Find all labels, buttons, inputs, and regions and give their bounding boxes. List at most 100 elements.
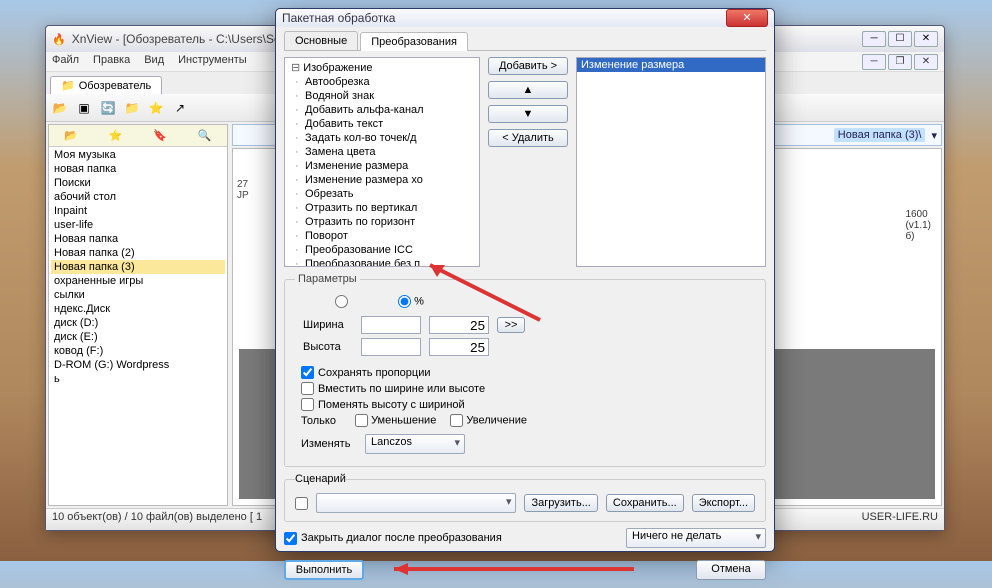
folder-item[interactable]: D-ROM (G:) Wordpress: [51, 358, 225, 372]
folder-item[interactable]: Новая папка (3): [51, 260, 225, 274]
tree-node[interactable]: Добавить альфа-канал: [287, 103, 475, 117]
tab-transforms[interactable]: Преобразования: [360, 32, 468, 51]
tree-node[interactable]: Задать кол-во точек/д: [287, 131, 475, 145]
folder-item[interactable]: диск (E:): [51, 330, 225, 344]
only-decrease-checkbox[interactable]: Уменьшение: [355, 414, 436, 427]
tree-node[interactable]: Изображение: [287, 60, 475, 75]
tool-refresh-icon[interactable]: 🔄: [98, 98, 118, 118]
tree-node[interactable]: Преобразование без п: [287, 257, 475, 267]
height-label: Высота: [303, 341, 353, 353]
mdi-minimize[interactable]: ─: [862, 54, 886, 70]
menu-edit[interactable]: Правка: [93, 54, 130, 69]
folder-item[interactable]: ковод (F:): [51, 344, 225, 358]
menu-file[interactable]: Файл: [52, 54, 79, 69]
width-label: Ширина: [303, 319, 353, 331]
selected-op[interactable]: Изменение размера: [577, 58, 765, 72]
folder-panel: 📂 ⭐ 🔖 🔍 Моя музыкановая папкаПоискиабочи…: [48, 124, 228, 506]
close-after-checkbox[interactable]: Закрыть диалог после преобразования: [284, 532, 502, 545]
add-button[interactable]: Добавить >: [488, 57, 568, 75]
scenario-export-button[interactable]: Экспорт...: [692, 494, 755, 512]
tab-basic[interactable]: Основные: [284, 31, 358, 50]
tool-folder-icon[interactable]: 📂: [50, 98, 70, 118]
minimize-button[interactable]: ─: [862, 31, 886, 47]
tool-fit-icon[interactable]: ▣: [74, 98, 94, 118]
move-down-button[interactable]: ▼: [488, 105, 568, 123]
status-left: 10 объект(ов) / 10 файл(ов) выделено [ 1: [52, 511, 262, 528]
radio-pixels[interactable]: [335, 295, 348, 308]
mdi-restore[interactable]: ❐: [888, 54, 912, 70]
fav-folders-icon[interactable]: 📂: [64, 129, 78, 142]
transform-tree[interactable]: ИзображениеАвтообрезкаВодяной знакДобави…: [284, 57, 480, 267]
radio-percent[interactable]: %: [398, 295, 424, 308]
dialog-titlebar: Пакетная обработка ✕: [276, 9, 774, 27]
tree-node[interactable]: Поворот: [287, 229, 475, 243]
move-up-button[interactable]: ▲: [488, 81, 568, 99]
tree-node[interactable]: Замена цвета: [287, 145, 475, 159]
fav-search-icon[interactable]: 🔍: [198, 129, 212, 142]
only-increase-checkbox[interactable]: Увеличение: [450, 414, 527, 427]
tree-node[interactable]: Изменение размера: [287, 159, 475, 173]
keep-ratio-checkbox[interactable]: Сохранять пропорции: [301, 366, 755, 379]
mdi-close[interactable]: ✕: [914, 54, 938, 70]
folder-item[interactable]: Новая папка (2): [51, 246, 225, 260]
fit-checkbox[interactable]: Вместить по ширине или высоте: [301, 382, 755, 395]
tree-node[interactable]: Автообрезка: [287, 75, 475, 89]
folder-item[interactable]: Поиски: [51, 176, 225, 190]
folder-item[interactable]: охраненные игры: [51, 274, 225, 288]
tree-node[interactable]: Обрезать: [287, 187, 475, 201]
tree-node[interactable]: Изменение размера хо: [287, 173, 475, 187]
folder-item[interactable]: Моя музыка: [51, 148, 225, 162]
tree-node[interactable]: Отразить по горизонт: [287, 215, 475, 229]
fav-tag-icon[interactable]: 🔖: [153, 129, 167, 142]
width-pct-input[interactable]: [429, 316, 489, 334]
tree-node[interactable]: Преобразование ICC: [287, 243, 475, 257]
tool-export-icon[interactable]: ↗: [170, 98, 190, 118]
tree-node[interactable]: Добавить текст: [287, 117, 475, 131]
resample-label: Изменять: [301, 438, 361, 450]
dialog-close-button[interactable]: ✕: [726, 9, 768, 27]
folder-item[interactable]: user-life: [51, 218, 225, 232]
menu-view[interactable]: Вид: [144, 54, 164, 69]
tree-node[interactable]: Водяной знак: [287, 89, 475, 103]
after-action-combo[interactable]: Ничего не делать: [626, 528, 766, 548]
folder-item[interactable]: ндекс.Диск: [51, 302, 225, 316]
breadcrumb-current[interactable]: Новая папка (3)\: [834, 128, 926, 142]
execute-button[interactable]: Выполнить: [284, 560, 364, 580]
maximize-button[interactable]: ☐: [888, 31, 912, 47]
folder-item[interactable]: новая папка: [51, 162, 225, 176]
dialog-tabs: Основные Преобразования: [284, 31, 766, 51]
folder-item[interactable]: абочий стол: [51, 190, 225, 204]
swap-checkbox[interactable]: Поменять высоту с шириной: [301, 398, 755, 411]
menu-tools[interactable]: Инструменты: [178, 54, 247, 69]
folder-item[interactable]: Новая папка: [51, 232, 225, 246]
folder-item[interactable]: сылки: [51, 288, 225, 302]
tab-browser[interactable]: 📁 Обозреватель: [50, 76, 162, 94]
params-legend: Параметры: [295, 273, 360, 285]
scenario-load-button[interactable]: Загрузить...: [524, 494, 597, 512]
folder-item[interactable]: диск (D:): [51, 316, 225, 330]
selected-ops-list[interactable]: Изменение размера: [576, 57, 766, 267]
apply-dim-button[interactable]: >>: [497, 317, 525, 333]
resample-combo[interactable]: Lanczos: [365, 434, 465, 454]
width-px-input[interactable]: [361, 316, 421, 334]
remove-button[interactable]: < Удалить: [488, 129, 568, 147]
folder-item[interactable]: ь: [51, 372, 225, 386]
scenario-combo[interactable]: [316, 493, 516, 513]
folder-item[interactable]: Inpaint: [51, 204, 225, 218]
scenario-save-button[interactable]: Сохранить...: [606, 494, 684, 512]
tree-node[interactable]: Отразить по вертикал: [287, 201, 475, 215]
thumb-dim: (v1.1): [905, 220, 931, 231]
height-px-input[interactable]: [361, 338, 421, 356]
chevron-down-icon[interactable]: ▾: [931, 129, 937, 142]
scenario-enable-checkbox[interactable]: [295, 497, 308, 510]
batch-dialog: Пакетная обработка ✕ Основные Преобразов…: [275, 8, 775, 552]
folder-list[interactable]: Моя музыкановая папкаПоискиабочий стол I…: [49, 147, 227, 505]
watermark: USER-LIFE.RU: [862, 511, 938, 528]
height-pct-input[interactable]: [429, 338, 489, 356]
close-button[interactable]: ✕: [914, 31, 938, 47]
app-icon: 🔥: [52, 33, 66, 46]
cancel-button[interactable]: Отмена: [696, 560, 766, 580]
fav-star-icon[interactable]: ⭐: [109, 129, 123, 142]
tool-fav-icon[interactable]: ⭐: [146, 98, 166, 118]
tool-open-icon[interactable]: 📁: [122, 98, 142, 118]
